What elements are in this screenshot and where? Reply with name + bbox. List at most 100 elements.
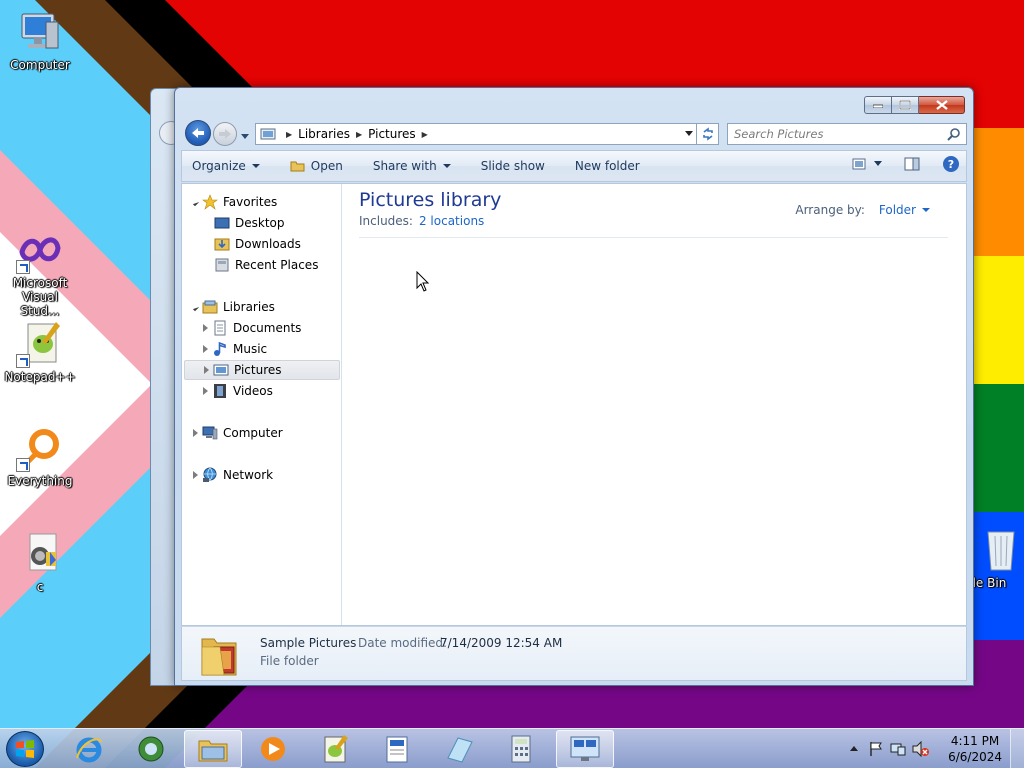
remote-desktop-icon — [570, 736, 600, 761]
nav-item-label: Recent Places — [235, 258, 319, 272]
nav-item-label: Favorites — [223, 195, 278, 209]
breadcrumb-separator-icon: ▶ — [286, 129, 293, 139]
minimize-button[interactable] — [864, 96, 892, 114]
chevron-down-icon[interactable] — [874, 161, 882, 167]
documents-icon — [214, 320, 226, 336]
breadcrumb-pictures[interactable]: Pictures — [368, 127, 416, 141]
show-desktop-button[interactable] — [1010, 729, 1024, 768]
recent-pages-dropdown[interactable] — [240, 130, 250, 139]
nav-item-music[interactable]: Music — [200, 339, 267, 359]
nav-item-network[interactable]: Network — [190, 465, 273, 485]
nav-item-label: Network — [223, 468, 274, 482]
taskbar-remote-desktop[interactable] — [556, 730, 614, 768]
network-status-icon[interactable] — [890, 741, 906, 757]
taskbar-media-player[interactable] — [244, 730, 302, 768]
folder-open-icon — [290, 161, 305, 172]
calculator-icon — [511, 735, 531, 763]
taskbar-wordpad[interactable] — [368, 730, 426, 768]
nav-item-videos[interactable]: Videos — [200, 381, 273, 401]
svg-text:?: ? — [948, 158, 954, 171]
content-area: Favorites Desktop Downloads Recent Place… — [181, 183, 967, 626]
nav-item-label: Downloads — [235, 237, 301, 251]
address-bar[interactable]: ▶ Libraries ▶ Pictures ▶ — [255, 123, 697, 145]
desktop-icon-everything[interactable]: Everything — [0, 424, 80, 488]
start-button[interactable] — [6, 731, 44, 767]
network-icon — [203, 467, 217, 482]
nav-item-favorites[interactable]: Favorites — [190, 192, 277, 212]
nav-item-label: Computer — [223, 426, 283, 440]
snipping-tool-icon — [447, 737, 473, 763]
taskbar-calculator[interactable] — [492, 730, 550, 768]
refresh-button[interactable] — [697, 123, 719, 145]
nav-item-documents[interactable]: Documents — [200, 318, 301, 338]
search-box[interactable] — [727, 123, 967, 145]
new-folder-button[interactable]: New folder — [575, 159, 640, 173]
taskbar-media-center[interactable] — [122, 730, 180, 768]
recent-places-icon — [215, 258, 229, 272]
maximize-button[interactable] — [892, 96, 919, 114]
media-center-icon — [138, 736, 164, 762]
nav-item-label: Pictures — [234, 363, 282, 377]
pictures-icon — [213, 364, 229, 376]
navigation-pane: Favorites Desktop Downloads Recent Place… — [182, 184, 342, 625]
clock-time: 4:11 PM — [950, 734, 1000, 748]
desktop-icon-c[interactable]: c — [0, 530, 80, 594]
taskbar-internet-explorer[interactable] — [60, 730, 118, 768]
show-hidden-icons-chevron-up-icon[interactable] — [850, 745, 858, 751]
back-button[interactable] — [185, 120, 211, 146]
desktop-icon-label: Microsoft Visual Stud... — [12, 276, 68, 318]
action-center-flag-icon[interactable] — [868, 741, 884, 757]
help-button[interactable]: ? — [932, 155, 960, 173]
organize-menu-button[interactable]: Organize — [192, 159, 260, 173]
help-icon: ? — [943, 156, 959, 172]
breadcrumb-libraries[interactable]: Libraries — [298, 127, 350, 141]
arrange-by-value: Folder — [878, 203, 916, 217]
taskbar-snipping-tool[interactable] — [430, 730, 488, 768]
expand-toggle-icon[interactable] — [190, 429, 200, 437]
nav-item-label: Documents — [233, 321, 302, 335]
includes-locations-link[interactable]: 2 locations — [419, 214, 484, 228]
expand-toggle-icon[interactable] — [201, 366, 211, 374]
open-button[interactable]: Open — [290, 159, 343, 173]
nav-item-computer[interactable]: Computer — [190, 423, 283, 443]
caption-buttons — [864, 96, 965, 114]
expand-toggle-icon[interactable] — [200, 345, 210, 353]
search-input[interactable] — [728, 124, 938, 144]
preview-pane-button[interactable] — [894, 157, 920, 171]
nav-item-libraries[interactable]: Libraries — [190, 297, 275, 317]
share-with-menu-button[interactable]: Share with — [373, 159, 451, 173]
nav-item-pictures[interactable]: Pictures — [184, 360, 340, 380]
nav-item-recent-places[interactable]: Recent Places — [202, 255, 318, 275]
close-button[interactable] — [919, 96, 965, 114]
forward-button[interactable] — [213, 122, 237, 146]
file-list-pane[interactable]: Pictures library Includes: 2 locations Ar… — [343, 184, 966, 625]
search-icon[interactable] — [947, 127, 961, 141]
expand-toggle-icon[interactable] — [200, 324, 210, 332]
nav-item-label: Desktop — [235, 216, 285, 230]
details-pane: Sample Pictures Date modified: 7/14/2009… — [181, 626, 967, 681]
volume-muted-icon[interactable] — [912, 741, 930, 757]
taskbar-notepad-plus-plus[interactable] — [306, 730, 364, 768]
address-history-dropdown[interactable] — [684, 130, 694, 138]
nav-item-downloads[interactable]: Downloads — [202, 234, 301, 254]
desktop-icon-visual-studio[interactable]: Microsoft Visual Stud... — [0, 226, 80, 318]
desktop-icon-label: c — [36, 580, 44, 594]
desktop-icon-computer[interactable]: Computer — [0, 8, 80, 72]
windows-logo-icon — [16, 740, 34, 758]
slide-show-button[interactable]: Slide show — [481, 159, 545, 173]
explorer-window[interactable]: ▶ Libraries ▶ Pictures ▶ Organize Open S… — [174, 87, 974, 686]
taskbar-windows-explorer[interactable] — [184, 730, 242, 768]
chevron-down-icon — [241, 134, 249, 139]
arrange-by-dropdown[interactable]: Folder — [879, 203, 930, 217]
expand-toggle-icon[interactable] — [190, 302, 200, 312]
library-header-divider — [359, 237, 948, 238]
desktop-icon-notepad-plus-plus[interactable]: Notepad++ — [0, 320, 80, 384]
chevron-down-icon — [251, 164, 260, 168]
change-view-button[interactable] — [852, 158, 882, 170]
expand-toggle-icon[interactable] — [190, 471, 200, 479]
expand-toggle-icon[interactable] — [190, 197, 200, 207]
expand-toggle-icon[interactable] — [200, 387, 210, 395]
clock[interactable]: 4:11 PM 6/6/2024 — [948, 733, 1002, 765]
nav-item-desktop[interactable]: Desktop — [202, 213, 285, 233]
notepad-plus-plus-icon — [16, 320, 64, 368]
